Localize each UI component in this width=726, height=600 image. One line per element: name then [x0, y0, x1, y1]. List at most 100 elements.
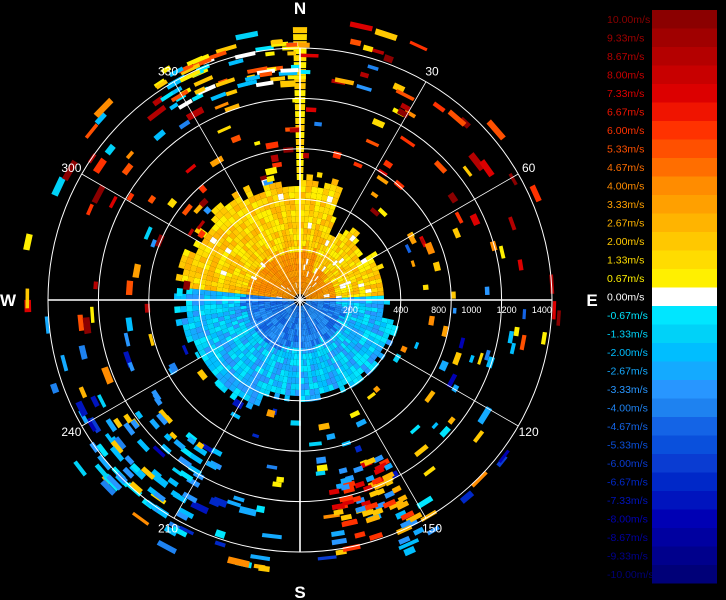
echo-cell [126, 192, 135, 202]
radar-velocity-chart: 200 400 800 1000 1200 1400 30 60 120 150 210 240 30… [0, 0, 717, 600]
legend-label: 9.33m/s [607, 33, 644, 45]
echo-cell [192, 310, 200, 317]
echo-cell [93, 281, 98, 290]
legend-swatch [652, 121, 717, 140]
echo-cell [270, 154, 279, 163]
echo-cell [186, 300, 193, 306]
legend-label: -8.00m/s [607, 514, 648, 526]
echo-cell [395, 88, 415, 102]
echo-cell [311, 180, 319, 188]
echo-cell [210, 91, 227, 102]
echo-cell [255, 505, 266, 514]
echo-cell [228, 58, 244, 66]
echo-cell [365, 292, 372, 297]
echo-cell [258, 565, 270, 573]
echo-cell [192, 300, 199, 306]
echo-cell [369, 489, 381, 498]
echo-cell [192, 294, 199, 300]
echo-cell [304, 210, 310, 217]
legend-swatch [652, 28, 717, 47]
legend-swatch [652, 398, 717, 417]
echo-cell [261, 532, 282, 540]
bearing-label: 120 [519, 425, 539, 439]
echo-cell [187, 228, 195, 237]
echo-cell [447, 192, 459, 204]
echo-cell [366, 391, 377, 400]
echo-cell [153, 129, 166, 142]
echo-cell [212, 496, 228, 508]
echo-cell [353, 465, 364, 474]
legend-label: 1.33m/s [607, 255, 644, 267]
echo-cell [477, 406, 493, 425]
echo-cell [314, 121, 323, 127]
echo-cell [97, 394, 107, 408]
echo-cell [180, 305, 187, 313]
echo-cell [507, 330, 515, 344]
echo-cell [285, 210, 292, 218]
echo-cell [365, 138, 380, 148]
echo-cell [424, 390, 436, 403]
legend-label: -10.00m/s [607, 569, 654, 581]
echo-cell [78, 386, 88, 399]
echo-cell [309, 441, 322, 447]
echo-cell [265, 51, 275, 57]
legend-label: 3.33m/s [607, 199, 644, 211]
echo-cell [452, 227, 462, 239]
echo-cell [125, 317, 134, 332]
echo-cell [304, 389, 311, 396]
legend-swatch [652, 139, 717, 158]
echo-cell [509, 342, 516, 355]
echo-cell [175, 273, 183, 282]
echo-cell [176, 288, 183, 297]
echo-cell [304, 383, 310, 390]
echo-cell [359, 293, 366, 297]
echo-cell [289, 389, 296, 396]
legend-label: 6.00m/s [607, 125, 644, 137]
legend-label: -8.67m/s [607, 532, 648, 544]
echo-cell [92, 157, 107, 174]
echo-cell [304, 204, 311, 211]
echo-cell [300, 180, 307, 187]
echo-cell [292, 27, 308, 34]
echo-cell [251, 433, 260, 439]
velocity-legend: 10.00m/s 9.33m/s 8.67m/s 8.00m/s 7.33m/s 6.67… [607, 10, 717, 584]
echo-cell [280, 80, 296, 88]
echo-cell [304, 377, 309, 384]
echo-cell [309, 204, 316, 212]
range-label: 1200 [497, 305, 517, 315]
echo-cell [304, 216, 309, 223]
echo-cell [414, 444, 429, 458]
echo-cell [298, 42, 310, 48]
echo-cell [308, 382, 315, 390]
echo-cell [216, 304, 223, 309]
echo-cell [338, 467, 348, 475]
range-label: 1400 [532, 305, 552, 315]
echo-cell [156, 539, 177, 555]
echo-cell [409, 424, 421, 435]
echo-cell [276, 476, 285, 483]
echo-cell [458, 337, 466, 349]
legend-label: -5.33m/s [607, 440, 648, 452]
legend-swatch [652, 195, 717, 214]
echo-cell [359, 303, 366, 307]
echo-cell [271, 161, 283, 169]
legend-swatch [652, 232, 717, 251]
echo-cell [359, 71, 370, 79]
echo-cell [238, 506, 257, 517]
echo-cell [356, 83, 373, 92]
echo-cell [370, 191, 379, 199]
echo-cell [282, 186, 289, 194]
echo-cell [131, 511, 150, 526]
echo-cell [477, 352, 484, 365]
echo-cell [50, 382, 60, 394]
echo-cell [316, 456, 327, 464]
echo-cell [291, 216, 296, 223]
echo-cell [192, 305, 199, 312]
echo-cell [289, 127, 300, 133]
echo-cell [433, 160, 448, 174]
echo-cell [353, 161, 363, 169]
echo-cell [84, 123, 99, 139]
echo-cell [253, 140, 261, 146]
echo-cell [340, 513, 353, 521]
echo-cell [124, 455, 135, 466]
